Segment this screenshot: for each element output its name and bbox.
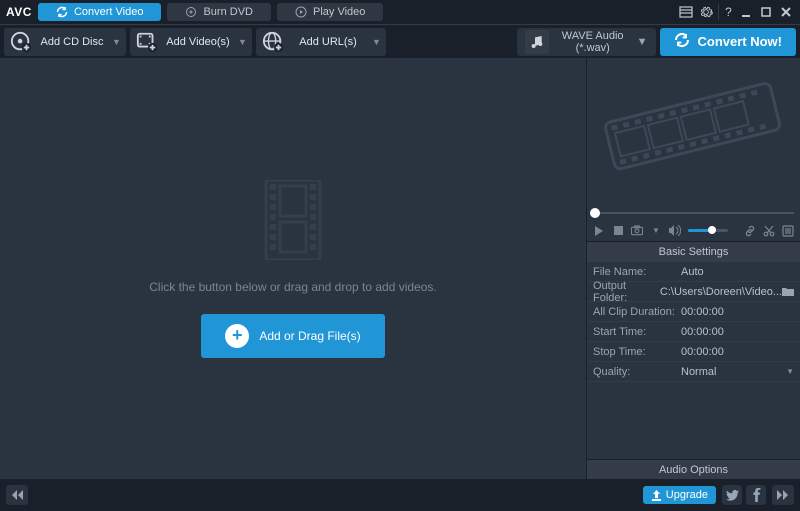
- button-label: Convert Now!: [698, 34, 783, 49]
- chevron-down-icon: ▼: [637, 36, 648, 48]
- chevron-down-icon: ▼: [372, 37, 380, 47]
- globe-plus-icon: [262, 31, 284, 53]
- upload-icon: [651, 490, 662, 501]
- button-label: Add Video(s): [166, 36, 230, 48]
- music-note-icon: [525, 30, 549, 54]
- play-icon: [295, 6, 307, 18]
- film-plus-icon: [136, 31, 158, 53]
- output-format-select[interactable]: WAVE Audio (*.wav) ▼: [517, 28, 656, 56]
- setting-start-time[interactable]: Start Time: 00:00:00: [587, 322, 800, 342]
- titlebar: AVC Convert Video Burn DVD Play Video ?: [0, 0, 800, 24]
- disc-icon: [185, 6, 197, 18]
- disc-plus-icon: [10, 31, 32, 53]
- setting-quality[interactable]: Quality: Normal▼: [587, 362, 800, 382]
- minimize-icon[interactable]: [738, 4, 754, 20]
- setting-output-folder[interactable]: Output Folder: C:\Users\Doreen\Video...: [587, 282, 800, 302]
- add-url-button[interactable]: Add URL(s) ▼: [256, 28, 386, 56]
- side-panel: ▼ Basic Settings File Name: Auto Output …: [586, 58, 800, 479]
- setting-duration: All Clip Duration: 00:00:00: [587, 302, 800, 322]
- timeline-slider[interactable]: [587, 206, 800, 220]
- tab-burn-dvd[interactable]: Burn DVD: [167, 3, 271, 21]
- convert-now-button[interactable]: Convert Now!: [660, 28, 797, 56]
- tab-convert-video[interactable]: Convert Video: [38, 3, 162, 21]
- chevron-down-icon[interactable]: ▼: [650, 225, 662, 237]
- snapshot-button[interactable]: [631, 225, 643, 237]
- filmreel-icon: [599, 72, 789, 192]
- help-icon[interactable]: ?: [718, 4, 734, 20]
- tab-label: Burn DVD: [203, 6, 253, 18]
- main-area: Click the button below or drag and drop …: [0, 58, 800, 479]
- chevron-down-icon: ▼: [786, 367, 794, 376]
- audio-options-heading[interactable]: Audio Options: [587, 459, 800, 479]
- settings-list: File Name: Auto Output Folder: C:\Users\…: [587, 262, 800, 459]
- tab-label: Play Video: [313, 6, 365, 18]
- chevron-down-icon: ▼: [238, 37, 246, 47]
- refresh-icon: [56, 6, 68, 18]
- button-label: Add or Drag File(s): [259, 329, 360, 343]
- upgrade-button[interactable]: Upgrade: [643, 486, 716, 504]
- close-icon[interactable]: [778, 4, 794, 20]
- tab-play-video[interactable]: Play Video: [277, 3, 383, 21]
- edit-icon[interactable]: [782, 225, 794, 237]
- collapse-left-button[interactable]: [6, 485, 28, 505]
- drop-area[interactable]: Click the button below or drag and drop …: [0, 58, 586, 479]
- preview-controls: ▼: [587, 220, 800, 242]
- filmstrip-icon: [258, 180, 328, 260]
- button-label: Add CD Disc: [40, 36, 104, 48]
- format-label: WAVE Audio (*.wav): [557, 30, 629, 54]
- volume-slider[interactable]: [688, 229, 728, 232]
- chevron-down-icon: ▼: [112, 37, 120, 47]
- button-label: Add URL(s): [292, 36, 364, 48]
- plus-circle-icon: +: [225, 324, 249, 348]
- add-video-button[interactable]: Add Video(s) ▼: [130, 28, 252, 56]
- menu-icon[interactable]: [678, 4, 694, 20]
- link-icon[interactable]: [744, 225, 756, 237]
- twitter-button[interactable]: [722, 485, 742, 505]
- facebook-button[interactable]: [746, 485, 766, 505]
- add-cd-button[interactable]: Add CD Disc ▼: [4, 28, 126, 56]
- settings-heading: Basic Settings: [587, 242, 800, 262]
- footer: Upgrade: [0, 479, 800, 511]
- tab-label: Convert Video: [74, 6, 144, 18]
- add-or-drag-button[interactable]: + Add or Drag File(s): [201, 314, 384, 358]
- preview-pane: [587, 58, 800, 206]
- cut-icon[interactable]: [763, 225, 775, 237]
- app-logo: AVC: [6, 5, 32, 19]
- gear-icon[interactable]: [698, 4, 714, 20]
- folder-icon[interactable]: [782, 287, 794, 297]
- timeline-handle[interactable]: [590, 208, 600, 218]
- setting-stop-time[interactable]: Stop Time: 00:00:00: [587, 342, 800, 362]
- drop-hint: Click the button below or drag and drop …: [149, 280, 437, 294]
- volume-icon[interactable]: [669, 225, 681, 237]
- stop-button[interactable]: [612, 225, 624, 237]
- maximize-icon[interactable]: [758, 4, 774, 20]
- expand-right-button[interactable]: [772, 485, 794, 505]
- toolbar: Add CD Disc ▼ Add Video(s) ▼ Add URL(s) …: [0, 24, 800, 58]
- play-button[interactable]: [593, 225, 605, 237]
- refresh-icon: [674, 32, 690, 51]
